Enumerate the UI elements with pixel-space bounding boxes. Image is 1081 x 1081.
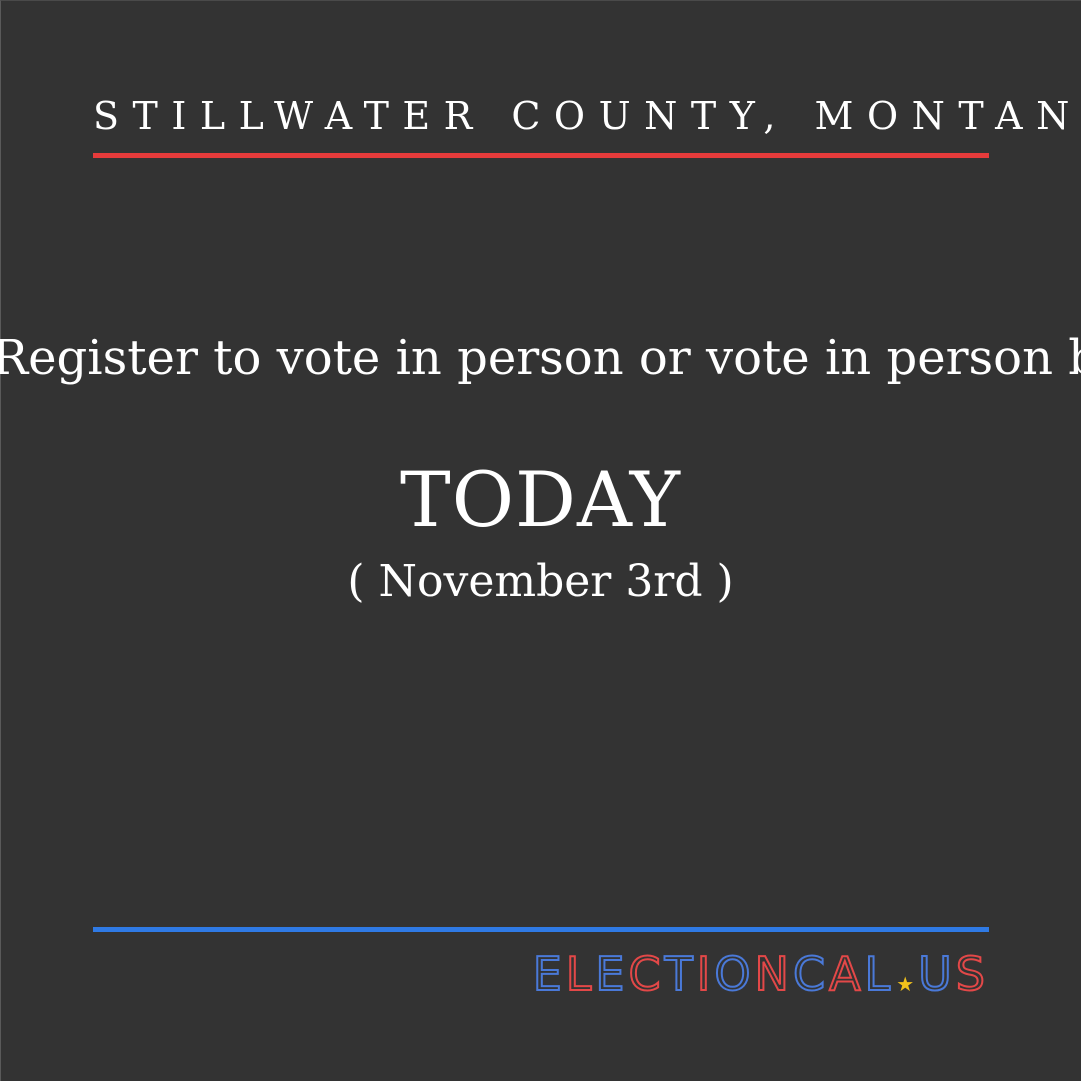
- brand-letter: U: [917, 947, 956, 1001]
- brand-letter: L: [565, 947, 596, 1001]
- brand-letter: O: [713, 947, 755, 1001]
- brand-letter: T: [664, 947, 697, 1001]
- brand-letter: E: [532, 947, 566, 1001]
- deadline-headline: TODAY: [400, 455, 681, 544]
- brand-logo: E L E C T I O N C A L ★ U S: [532, 947, 989, 1001]
- brand-letter: C: [627, 947, 665, 1001]
- brand-letter: S: [955, 947, 989, 1001]
- region-title: STILLWATER COUNTY, MONTANA: [93, 94, 1081, 138]
- brand-letter: E: [594, 947, 629, 1001]
- red-divider: [93, 153, 989, 158]
- election-reminder-card: STILLWATER COUNTY, MONTANA Register to v…: [0, 0, 1081, 1081]
- brand-letter: L: [864, 947, 895, 1001]
- brand-letter: I: [696, 947, 715, 1001]
- reminder-message: Register to vote in person or vote in pe…: [0, 325, 1081, 391]
- brand-letter: C: [792, 947, 830, 1001]
- brand-letter: N: [754, 947, 793, 1001]
- reminder-message-text: Register to vote in person or vote in pe…: [0, 330, 1081, 386]
- brand-letter: A: [828, 947, 865, 1001]
- deadline-date: ( November 3rd ): [347, 556, 734, 607]
- blue-divider: [93, 927, 989, 932]
- star-icon: ★: [896, 972, 915, 996]
